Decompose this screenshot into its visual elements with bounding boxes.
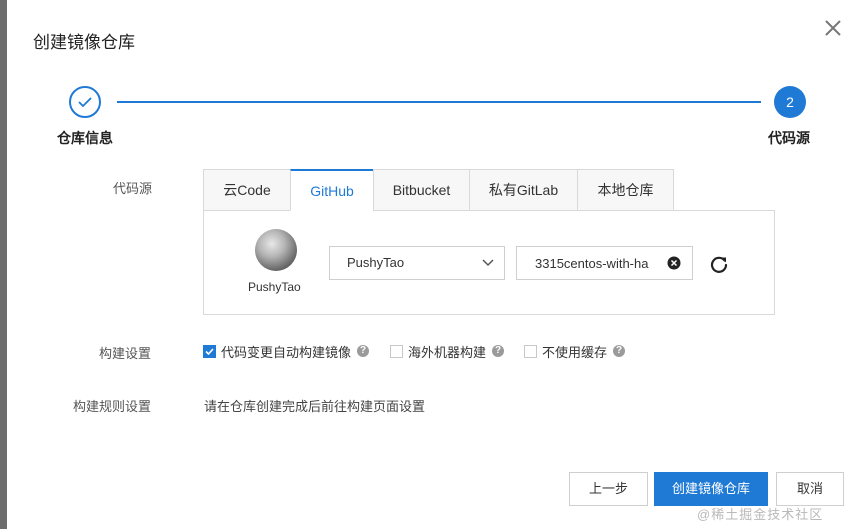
prev-step-button[interactable]: 上一步 (569, 472, 648, 506)
background-edge (0, 0, 7, 529)
chevron-down-icon (482, 259, 494, 267)
option-auto-build[interactable]: 代码变更自动构建镜像 ? (203, 343, 370, 360)
code-source-tabs: 云Code GitHub Bitbucket 私有GitLab 本地仓库 (203, 169, 674, 211)
refresh-icon[interactable] (709, 254, 729, 274)
help-icon[interactable]: ? (492, 345, 505, 357)
check-icon (205, 347, 214, 355)
code-source-label: 代码源 (113, 181, 153, 196)
option-overseas-build[interactable]: 海外机器构建 ? (390, 343, 505, 360)
no-cache-checkbox[interactable] (524, 344, 537, 358)
tab-bitbucket[interactable]: Bitbucket (373, 169, 469, 211)
step-2-label: 代码源 (768, 130, 810, 146)
step-progress-line (117, 101, 761, 103)
step-2-indicator: 2 (774, 86, 806, 118)
create-repo-button[interactable]: 创建镜像仓库 (654, 472, 768, 506)
close-icon[interactable] (821, 16, 845, 40)
watermark: @稀土掘金技术社区 (697, 507, 824, 522)
account-name: PushyTao (248, 280, 301, 294)
create-repo-dialog: 创建镜像仓库 2 仓库信息 代码源 代码源 云Code GitHub Bitbu… (7, 0, 865, 529)
step-1-indicator (69, 86, 101, 118)
step-1-label: 仓库信息 (57, 130, 113, 146)
avatar (255, 229, 297, 271)
overseas-build-checkbox[interactable] (390, 344, 403, 358)
org-select[interactable]: PushyTao (329, 246, 505, 280)
build-rules-text: 请在仓库创建完成后前往构建页面设置 (204, 399, 426, 414)
tab-github[interactable]: GitHub (290, 169, 373, 211)
build-settings-label: 构建设置 (99, 346, 152, 361)
overseas-build-label: 海外机器构建 (408, 344, 487, 360)
tab-yun-code[interactable]: 云Code (203, 169, 290, 211)
build-rules-label: 构建规则设置 (73, 399, 152, 414)
org-select-value: PushyTao (347, 255, 405, 270)
check-icon (78, 97, 92, 108)
option-no-cache[interactable]: 不使用缓存 ? (524, 343, 626, 360)
tab-private-gitlab[interactable]: 私有GitLab (469, 169, 577, 211)
help-icon[interactable]: ? (357, 345, 370, 357)
cancel-button[interactable]: 取消 (776, 472, 844, 506)
auto-build-label: 代码变更自动构建镜像 (221, 344, 352, 360)
auto-build-checkbox[interactable] (203, 344, 216, 358)
no-cache-label: 不使用缓存 (542, 344, 608, 360)
dialog-title: 创建镜像仓库 (33, 33, 135, 52)
tab-local-repo[interactable]: 本地仓库 (577, 169, 674, 211)
help-icon[interactable]: ? (613, 345, 626, 357)
clear-icon[interactable] (667, 256, 681, 270)
